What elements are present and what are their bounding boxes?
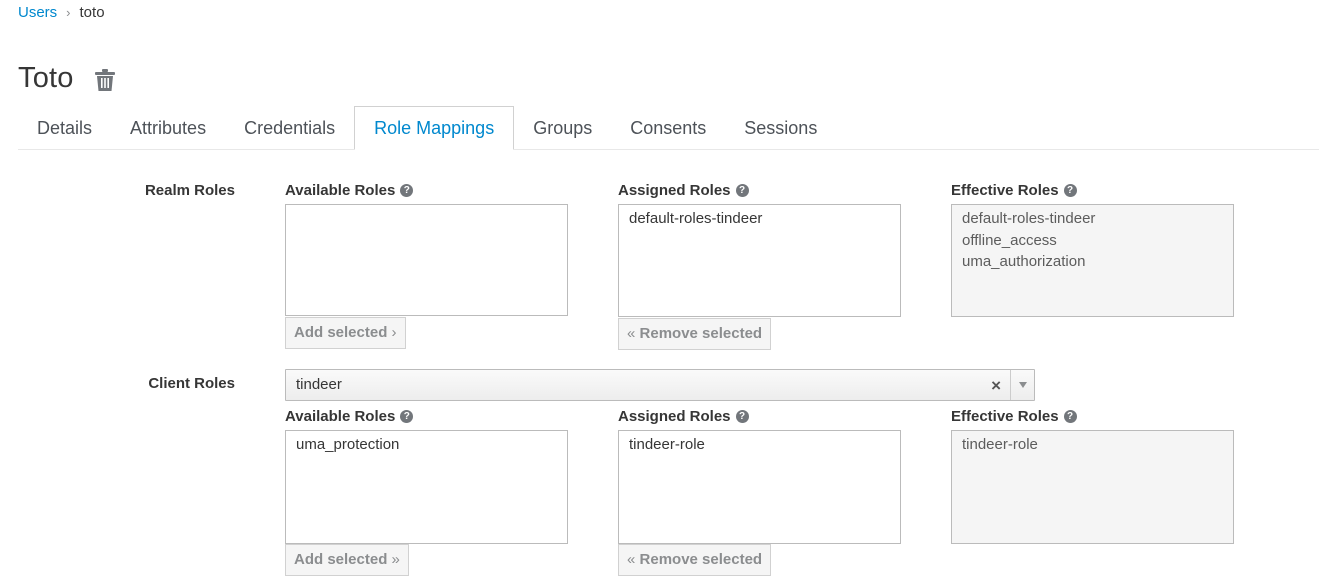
add-selected-label: Add selected [294, 551, 388, 568]
help-icon[interactable]: ? [1063, 410, 1077, 423]
list-item[interactable]: default-roles-tindeer [629, 208, 890, 230]
trash-icon[interactable] [94, 68, 116, 92]
tab-consents[interactable]: Consents [611, 106, 725, 150]
breadcrumb-users-link[interactable]: Users [18, 4, 57, 21]
double-chevron-left-icon: « [627, 325, 636, 342]
tab-attributes[interactable]: Attributes [111, 106, 225, 150]
tab-credentials[interactable]: Credentials [225, 106, 354, 150]
list-item: uma_authorization [962, 253, 1086, 270]
realm-assigned-roles-header: Assigned Roles ? [618, 182, 749, 199]
tab-groups[interactable]: Groups [514, 106, 611, 150]
chevron-down-icon [1018, 382, 1027, 388]
client-available-roles-list[interactable]: uma_protection [285, 430, 568, 544]
list-item: default-roles-tindeer [962, 210, 1096, 227]
realm-available-roles-title: Available Roles [285, 182, 396, 199]
title-row: Toto [18, 58, 116, 98]
add-selected-label: Add selected [294, 324, 388, 341]
realm-roles-label: Realm Roles [144, 182, 235, 199]
breadcrumb-separator: › [66, 5, 71, 20]
select-toggle[interactable] [1010, 370, 1034, 400]
client-assigned-roles-title: Assigned Roles [618, 408, 731, 425]
client-remove-selected-button[interactable]: « Remove selected [618, 544, 772, 576]
client-available-roles-title: Available Roles [285, 408, 396, 425]
realm-assigned-roles-title: Assigned Roles [618, 182, 731, 199]
client-effective-roles-list: tindeer-role [951, 430, 1234, 544]
tab-bar: Details Attributes Credentials Role Mapp… [18, 106, 1319, 150]
realm-assigned-roles-list[interactable]: default-roles-tindeer [618, 204, 901, 317]
chevron-right-icon: › [391, 324, 397, 341]
client-effective-roles-header: Effective Roles ? [951, 408, 1077, 425]
client-assigned-roles-list[interactable]: tindeer-role [618, 430, 901, 544]
tab-sessions[interactable]: Sessions [725, 106, 836, 150]
remove-selected-label: Remove selected [639, 551, 763, 568]
client-select[interactable]: tindeer × [285, 369, 1035, 401]
help-icon[interactable]: ? [400, 184, 414, 197]
help-icon[interactable]: ? [735, 184, 749, 197]
client-available-roles-header: Available Roles ? [285, 408, 414, 425]
help-icon[interactable]: ? [1063, 184, 1077, 197]
list-item: offline_access [962, 231, 1057, 249]
client-roles-label: Client Roles [148, 375, 235, 392]
realm-effective-roles-header: Effective Roles ? [951, 182, 1077, 199]
help-icon[interactable]: ? [400, 410, 414, 423]
clear-icon[interactable]: × [991, 370, 1001, 400]
list-item[interactable]: uma_protection [296, 434, 557, 456]
help-icon[interactable]: ? [735, 410, 749, 423]
client-select-value: tindeer [296, 376, 342, 393]
tab-details[interactable]: Details [18, 106, 111, 150]
tab-role-mappings[interactable]: Role Mappings [354, 106, 515, 150]
realm-effective-roles-list: default-roles-tindeer offline_access uma… [951, 204, 1234, 317]
page-title: Toto [18, 61, 74, 94]
client-assigned-roles-header: Assigned Roles ? [618, 408, 749, 425]
client-effective-roles-title: Effective Roles [951, 408, 1059, 425]
list-item: tindeer-role [962, 436, 1038, 453]
breadcrumb: Users › toto [18, 3, 105, 23]
double-chevron-right-icon: » [391, 551, 400, 568]
realm-remove-selected-button[interactable]: « Remove selected [618, 318, 772, 350]
double-chevron-left-icon: « [627, 551, 636, 568]
breadcrumb-current: toto [79, 4, 105, 21]
realm-available-roles-list[interactable] [285, 204, 568, 316]
remove-selected-label: Remove selected [639, 325, 763, 342]
realm-effective-roles-title: Effective Roles [951, 182, 1059, 199]
client-add-selected-button[interactable]: Add selected » [285, 544, 409, 576]
realm-add-selected-button[interactable]: Add selected › [285, 317, 406, 349]
realm-available-roles-header: Available Roles ? [285, 182, 414, 199]
list-item[interactable]: tindeer-role [629, 434, 890, 456]
